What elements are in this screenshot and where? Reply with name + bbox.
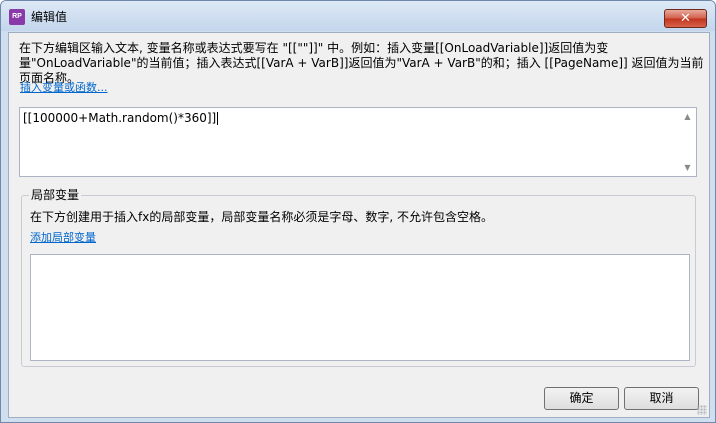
- expression-editor[interactable]: [[100000+Math.random()*360]] ▲ ▼: [19, 107, 697, 177]
- instructions-text: 在下方编辑区输入文本, 变量名称或表达式要写在 "[[""]]" 中。例如：插入…: [19, 41, 704, 85]
- resize-grip-icon[interactable]: [697, 405, 707, 415]
- scroll-down-arrow-icon[interactable]: ▼: [679, 159, 696, 176]
- expression-text[interactable]: [[100000+Math.random()*360]]: [23, 111, 219, 126]
- insert-variable-or-function-link[interactable]: 插入变量或函数...: [20, 81, 108, 95]
- local-variables-group: 局部变量 在下方创建用于插入fx的局部变量，局部变量名称必须是字母、数字, 不允…: [21, 187, 696, 367]
- expression-value: [[100000+Math.random()*360]]: [23, 111, 217, 125]
- add-local-variable-link[interactable]: 添加局部变量: [30, 231, 96, 245]
- expression-scrollbar[interactable]: ▲ ▼: [679, 108, 696, 176]
- local-variables-list[interactable]: [30, 254, 690, 361]
- cancel-button[interactable]: 取消: [624, 387, 699, 410]
- dialog-body: 在下方编辑区输入文本, 变量名称或表达式要写在 "[[""]]" 中。例如：插入…: [8, 32, 710, 418]
- axure-rp-app-icon: RP: [9, 9, 25, 25]
- edit-value-dialog: RP 编辑值 ✕ 在下方编辑区输入文本, 变量名称或表达式要写在 "[[""]]…: [0, 0, 716, 423]
- title-bar[interactable]: RP 编辑值 ✕: [1, 1, 715, 31]
- local-variables-description: 在下方创建用于插入fx的局部变量，局部变量名称必须是字母、数字, 不允许包含空格…: [30, 210, 493, 224]
- text-caret: [217, 112, 219, 125]
- close-button[interactable]: ✕: [664, 9, 707, 28]
- dialog-title: 编辑值: [31, 10, 68, 24]
- scroll-up-arrow-icon[interactable]: ▲: [679, 108, 696, 125]
- ok-button[interactable]: 确定: [544, 387, 619, 410]
- close-icon: ✕: [680, 11, 691, 26]
- local-variables-legend: 局部变量: [29, 187, 82, 203]
